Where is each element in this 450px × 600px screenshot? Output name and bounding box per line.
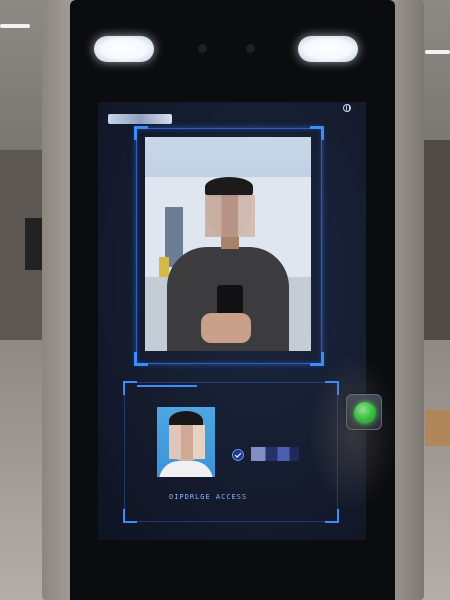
face-blur — [169, 425, 205, 459]
access-label: OIPDRLGE ACCESS — [169, 493, 248, 501]
camera-frame — [134, 126, 324, 366]
hand — [201, 313, 251, 343]
ceiling-light — [425, 50, 450, 54]
kiosk-bezel: OIPDRLGE ACCESS — [70, 0, 398, 600]
recognition-result-panel: OIPDRLGE ACCESS — [123, 381, 339, 523]
check-icon — [232, 449, 244, 461]
panel-corner — [325, 381, 339, 395]
live-camera-feed — [145, 137, 311, 351]
face-blur — [205, 195, 255, 237]
frame-corner — [310, 126, 324, 140]
frame-corner — [310, 352, 324, 366]
globe-icon[interactable] — [343, 104, 351, 112]
matched-photo — [157, 407, 215, 477]
panel-corner — [123, 509, 137, 523]
person-hair — [205, 177, 253, 197]
title-bar-redacted — [108, 114, 172, 124]
camera-sensor-icon — [198, 44, 207, 53]
table — [425, 410, 450, 446]
person-neck — [221, 235, 239, 249]
photo-shirt — [159, 461, 213, 477]
matched-name-redacted — [251, 447, 299, 461]
kiosk-display: OIPDRLGE ACCESS — [98, 102, 398, 540]
green-light-icon — [354, 402, 376, 424]
status-indicator — [346, 394, 382, 430]
flash-light-icon — [94, 36, 154, 62]
frame-corner — [134, 352, 148, 366]
panel-corner — [325, 509, 339, 523]
ceiling-light — [0, 24, 30, 28]
face-recognition-kiosk: OIPDRLGE ACCESS — [42, 0, 424, 600]
panel-rule — [137, 385, 197, 387]
flash-light-icon — [298, 36, 358, 62]
panel-corner — [123, 381, 137, 395]
camera-sensor-icon — [246, 44, 255, 53]
